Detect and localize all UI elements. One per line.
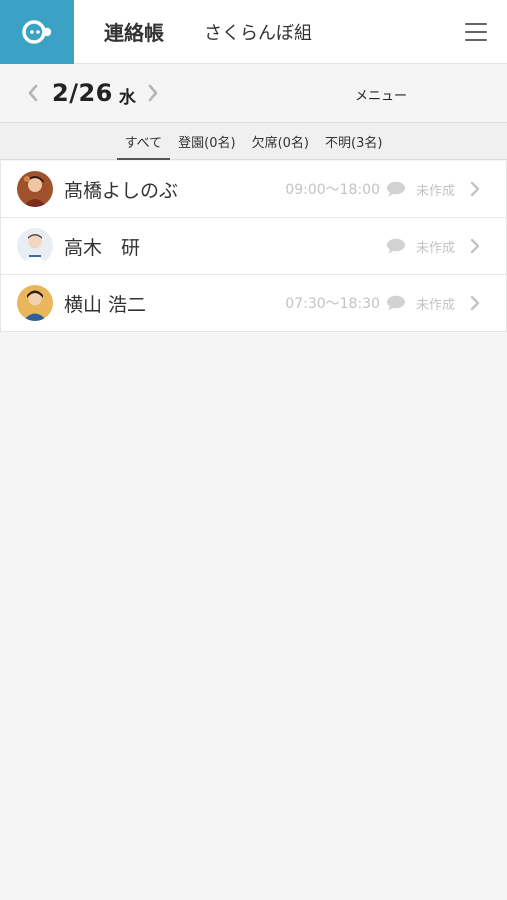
comment-icon	[386, 181, 406, 197]
current-date: 2/26	[52, 79, 113, 107]
class-name[interactable]: さくらんぼ組	[204, 19, 312, 45]
tab-attended[interactable]: 登園(0名)	[170, 123, 243, 159]
filter-tabs: すべて 登園(0名) 欠席(0名) 不明(3名)	[0, 122, 507, 160]
tab-unknown[interactable]: 不明(3名)	[317, 123, 390, 159]
avatar	[17, 228, 53, 264]
avatar	[17, 285, 53, 321]
hamburger-menu-icon[interactable]	[465, 22, 487, 41]
attendance-time: 07:30〜18:30	[285, 296, 380, 312]
comment-icon	[386, 238, 406, 254]
status-label: 未作成	[416, 297, 456, 313]
date-navigator: 2/26 水 メニュー	[0, 64, 507, 122]
chevron-right-icon	[470, 238, 484, 254]
status-label: 未作成	[416, 183, 456, 199]
child-name: 高木 研	[64, 236, 141, 259]
prev-date-button[interactable]	[26, 83, 40, 103]
menu-button[interactable]: メニュー	[355, 85, 407, 104]
comment-icon	[386, 295, 406, 311]
child-name: 横山 浩二	[64, 293, 147, 316]
tab-all[interactable]: すべて	[116, 123, 171, 160]
child-name: 髙橋よしのぶ	[64, 179, 179, 202]
chevron-right-icon	[470, 181, 484, 197]
day-of-week: 水	[118, 87, 136, 108]
children-list: 髙橋よしのぶ 09:00〜18:00 未作成 高木 研 未作成 横山 浩二 07…	[0, 161, 507, 332]
app-logo[interactable]	[0, 0, 74, 64]
list-item[interactable]: 横山 浩二 07:30〜18:30 未作成	[0, 275, 507, 332]
list-item[interactable]: 高木 研 未作成	[0, 218, 507, 275]
chevron-right-icon	[148, 84, 158, 102]
chevron-left-icon	[28, 84, 38, 102]
logo-icon	[22, 19, 52, 44]
next-date-button[interactable]	[146, 83, 160, 103]
list-item[interactable]: 髙橋よしのぶ 09:00〜18:00 未作成	[0, 161, 507, 218]
tab-absent[interactable]: 欠席(0名)	[244, 123, 317, 159]
attendance-time: 09:00〜18:00	[285, 182, 380, 198]
chevron-right-icon	[470, 295, 484, 311]
app-root: 連絡帳 さくらんぼ組 2/26 水 メニュー すべて 登園(0名) 欠席(0名)…	[0, 0, 507, 900]
page-title: 連絡帳	[104, 21, 164, 45]
status-label: 未作成	[416, 240, 456, 256]
avatar	[17, 171, 53, 207]
header: 連絡帳 さくらんぼ組	[0, 0, 507, 64]
